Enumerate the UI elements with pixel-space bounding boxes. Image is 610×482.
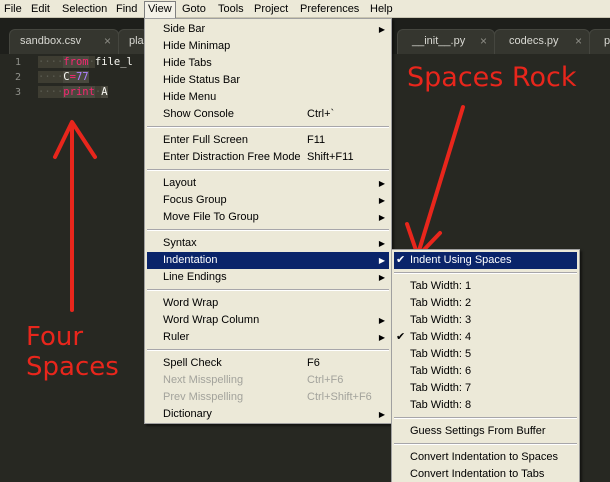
menu-item-label: Word Wrap Column xyxy=(163,314,260,326)
menu-item-spell-check[interactable]: Spell Check F6 xyxy=(147,355,389,372)
checkmark-icon: ✔ xyxy=(396,254,406,266)
menu-item-move-file-to-group[interactable]: Move File To Group ▶ xyxy=(147,209,389,226)
chevron-right-icon: ▶ xyxy=(378,316,385,325)
menu-item-tab-width-1[interactable]: Tab Width: 1 xyxy=(394,278,577,295)
menu-item-label: Tab Width: 1 xyxy=(410,280,472,292)
menu-item-label: Guess Settings From Buffer xyxy=(410,425,546,437)
annotation-four: Four xyxy=(26,322,84,352)
menu-item-label: Hide Status Bar xyxy=(163,74,241,86)
menu-item-guess-settings[interactable]: Guess Settings From Buffer xyxy=(394,423,577,440)
shortcut: F6 xyxy=(307,357,320,369)
indentation-submenu: ✔ Indent Using Spaces Tab Width: 1 Tab Wi… xyxy=(391,249,580,482)
chevron-right-icon: ▶ xyxy=(378,196,385,205)
shortcut: Shift+F11 xyxy=(307,151,354,163)
menu-separator xyxy=(147,349,389,351)
menu-item-enter-full-screen[interactable]: Enter Full Screen F11 xyxy=(147,132,389,149)
menu-separator xyxy=(394,443,577,445)
menu-item-hide-tabs[interactable]: Hide Tabs xyxy=(147,55,389,72)
menu-item-tab-width-6[interactable]: Tab Width: 6 xyxy=(394,363,577,380)
menu-item-label: Side Bar xyxy=(163,23,206,35)
menu-item-indent-using-spaces[interactable]: ✔ Indent Using Spaces xyxy=(394,252,577,269)
menu-item-side-bar[interactable]: Side Bar ▶ xyxy=(147,21,389,38)
menu-item-tab-width-4[interactable]: ✔ Tab Width: 4 xyxy=(394,329,577,346)
menu-item-layout[interactable]: Layout ▶ xyxy=(147,175,389,192)
chevron-right-icon: ▶ xyxy=(378,273,385,282)
checkmark-icon: ✔ xyxy=(396,331,406,343)
menu-item-prev-misspelling: Prev Misspelling Ctrl+Shift+F6 xyxy=(147,389,389,406)
menu-item-label: Move File To Group xyxy=(163,211,259,223)
chevron-right-icon: ▶ xyxy=(378,410,385,419)
menu-item-label: Tab Width: 8 xyxy=(410,399,472,411)
menu-item-label: Tab Width: 2 xyxy=(410,297,472,309)
menu-item-label: Hide Menu xyxy=(163,91,217,103)
menu-item-label: Layout xyxy=(163,177,197,189)
chevron-right-icon: ▶ xyxy=(378,179,385,188)
menu-item-label: Syntax xyxy=(163,237,197,249)
menu-separator xyxy=(147,229,389,231)
menu-item-label: Focus Group xyxy=(163,194,227,206)
menu-item-tab-width-3[interactable]: Tab Width: 3 xyxy=(394,312,577,329)
menu-item-label: Prev Misspelling xyxy=(163,391,244,403)
menu-item-convert-to-spaces[interactable]: Convert Indentation to Spaces xyxy=(394,449,577,466)
menu-separator xyxy=(147,289,389,291)
arrow-to-indent-using-spaces xyxy=(405,105,465,258)
menu-item-dictionary[interactable]: Dictionary ▶ xyxy=(147,406,389,423)
menu-item-syntax[interactable]: Syntax ▶ xyxy=(147,235,389,252)
chevron-right-icon: ▶ xyxy=(378,333,385,342)
shortcut: Ctrl+F6 xyxy=(307,374,344,386)
menu-item-hide-menu[interactable]: Hide Menu xyxy=(147,89,389,106)
menu-item-label: Convert Indentation to Spaces xyxy=(410,451,558,463)
menu-item-label: Line Endings xyxy=(163,271,227,283)
menu-item-word-wrap[interactable]: Word Wrap xyxy=(147,295,389,312)
menu-item-hide-minimap[interactable]: Hide Minimap xyxy=(147,38,389,55)
chevron-right-icon: ▶ xyxy=(378,213,385,222)
menu-item-label: Enter Distraction Free Mode xyxy=(163,151,301,163)
menu-item-label: Indentation xyxy=(163,254,218,266)
menu-item-tab-width-2[interactable]: Tab Width: 2 xyxy=(394,295,577,312)
menu-item-label: Spell Check xyxy=(163,357,222,369)
menu-item-tab-width-5[interactable]: Tab Width: 5 xyxy=(394,346,577,363)
menu-item-tab-width-7[interactable]: Tab Width: 7 xyxy=(394,380,577,397)
menu-item-label: Tab Width: 7 xyxy=(410,382,472,394)
menu-item-label: Ruler xyxy=(163,331,190,343)
menu-item-hide-status-bar[interactable]: Hide Status Bar xyxy=(147,72,389,89)
menu-item-word-wrap-column[interactable]: Word Wrap Column ▶ xyxy=(147,312,389,329)
view-menu-dropdown: Side Bar ▶ Hide Minimap Hide Tabs Hide St… xyxy=(144,18,392,424)
menu-separator xyxy=(147,126,389,128)
chevron-right-icon: ▶ xyxy=(378,256,385,265)
arrow-up-to-indent xyxy=(53,120,97,312)
chevron-right-icon: ▶ xyxy=(378,239,385,248)
menu-item-line-endings[interactable]: Line Endings ▶ xyxy=(147,269,389,286)
menu-item-label: Hide Tabs xyxy=(163,57,212,69)
menu-separator xyxy=(394,417,577,419)
shortcut: F11 xyxy=(307,134,326,146)
menu-item-convert-to-tabs[interactable]: Convert Indentation to Tabs xyxy=(394,466,577,482)
shortcut: Ctrl+` xyxy=(307,108,335,120)
menu-item-label: Dictionary xyxy=(163,408,212,420)
menu-separator xyxy=(147,169,389,171)
annotation-spaces: Spaces xyxy=(26,352,119,382)
menu-item-label: Convert Indentation to Tabs xyxy=(410,468,545,480)
menu-item-label: Enter Full Screen xyxy=(163,134,248,146)
menu-item-ruler[interactable]: Ruler ▶ xyxy=(147,329,389,346)
menu-item-label: Indent Using Spaces xyxy=(410,254,512,266)
menu-item-label: Tab Width: 3 xyxy=(410,314,472,326)
menu-item-focus-group[interactable]: Focus Group ▶ xyxy=(147,192,389,209)
menu-item-indentation[interactable]: Indentation ▶ xyxy=(147,252,389,269)
menu-item-label: Tab Width: 6 xyxy=(410,365,472,377)
shortcut: Ctrl+Shift+F6 xyxy=(307,391,372,403)
menu-separator xyxy=(394,272,577,274)
menu-item-label: Tab Width: 5 xyxy=(410,348,472,360)
menu-item-next-misspelling: Next Misspelling Ctrl+F6 xyxy=(147,372,389,389)
menu-item-distraction-free[interactable]: Enter Distraction Free Mode Shift+F11 xyxy=(147,149,389,166)
menu-item-label: Hide Minimap xyxy=(163,40,231,52)
menu-item-show-console[interactable]: Show Console Ctrl+` xyxy=(147,106,389,123)
annotation-spaces-rock: Spaces Rock xyxy=(407,62,577,93)
menu-item-label: Word Wrap xyxy=(163,297,219,309)
menu-item-tab-width-8[interactable]: Tab Width: 8 xyxy=(394,397,577,414)
menu-item-label: Tab Width: 4 xyxy=(410,331,472,343)
menu-item-label: Next Misspelling xyxy=(163,374,244,386)
chevron-right-icon: ▶ xyxy=(378,25,385,34)
menu-item-label: Show Console xyxy=(163,108,234,120)
